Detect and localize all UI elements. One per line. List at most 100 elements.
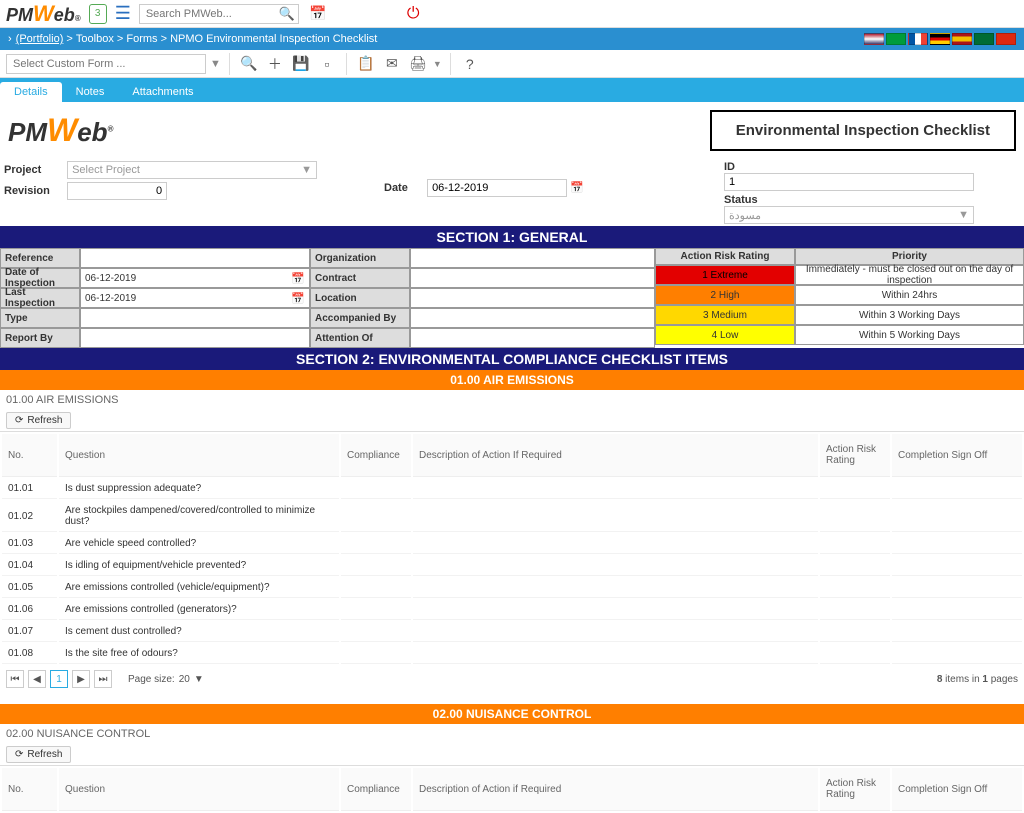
reference-value[interactable] [80,248,310,268]
calendar-icon[interactable]: 📅 [291,292,305,305]
page-current[interactable]: 1 [50,670,68,688]
grid-nuisance: No. Question Compliance Description of A… [0,765,1024,813]
section2-header: SECTION 2: ENVIRONMENTAL COMPLIANCE CHEC… [0,348,1024,370]
report-value[interactable] [80,328,310,348]
bc-forms[interactable]: Forms [126,33,157,45]
col-compliance[interactable]: Compliance [341,434,411,477]
status-label: Status [724,194,774,206]
zoom-icon[interactable]: 🔍 [238,53,260,75]
calendar-icon[interactable]: 📅 [307,3,329,25]
help-icon[interactable]: ? [459,53,481,75]
bc-toolbox[interactable]: Toolbox [76,33,114,45]
table-row[interactable]: 01.03Are vehicle speed controlled? [2,534,1022,554]
col-sign[interactable]: Completion Sign Off [892,434,1022,477]
col-sign[interactable]: Completion Sign Off [892,768,1022,811]
mail-icon[interactable]: ✉ [381,53,403,75]
refresh-icon: ⟳ [15,415,23,426]
col-description[interactable]: Description of Action If Required [413,434,818,477]
search-input[interactable] [139,4,299,24]
revision-input[interactable] [67,182,167,200]
flag-us[interactable] [864,33,884,45]
breadcrumb: › (Portfolio) > Toolbox > Forms > NPMO E… [0,28,1024,50]
revision-label: Revision [4,185,64,197]
id-label: ID [724,161,774,173]
page-title: Environmental Inspection Checklist [710,110,1016,151]
col-compliance[interactable]: Compliance [341,768,411,811]
risk-rating-header: Action Risk Rating [655,248,795,265]
type-value[interactable] [80,308,310,328]
save-exit-icon[interactable]: ▫ [316,53,338,75]
app-logo: PMWeb® [6,1,81,27]
project-label: Project [4,164,64,176]
pager: ⏮ ◀ 1 ▶ ⏭ Page size: 20▼ 8 items in 1 pa… [0,666,1024,692]
grid1-title: 01.00 AIR EMISSIONS [0,390,1024,410]
copy-icon[interactable]: 📋 [355,53,377,75]
table-row[interactable]: 01.08Is the site free of odours? [2,644,1022,664]
table-row[interactable]: 01.04Is idling of equipment/vehicle prev… [2,556,1022,576]
col-no[interactable]: No. [2,434,57,477]
table-row[interactable]: 01.05Are emissions controlled (vehicle/e… [2,578,1022,598]
add-icon[interactable]: ＋ [264,53,286,75]
last-value[interactable]: 06-12-2019📅 [80,288,310,308]
doi-value[interactable]: 06-12-2019📅 [80,268,310,288]
menu-icon[interactable]: ☰ [115,3,131,24]
col-question[interactable]: Question [59,434,339,477]
attention-label: Attention Of [310,328,410,348]
calendar-icon[interactable]: 📅 [291,272,305,285]
flag-cn[interactable] [996,33,1016,45]
location-label: Location [310,288,410,308]
refresh-button[interactable]: ⟳Refresh [6,412,71,429]
priority-header: Priority [795,248,1024,265]
flag-fr[interactable] [908,33,928,45]
contract-value[interactable] [410,268,655,288]
date-label: Date [384,182,424,194]
date-input[interactable] [427,179,567,197]
col-arr[interactable]: Action Risk Rating [820,434,890,477]
tab-attachments[interactable]: Attachments [118,82,207,102]
table-row[interactable]: 01.07Is cement dust controlled? [2,622,1022,642]
col-description[interactable]: Description of Action if Required [413,768,818,811]
table-row[interactable]: 01.06Are emissions controlled (generator… [2,600,1022,620]
page-last[interactable]: ⏭ [94,670,112,688]
bc-portfolio[interactable]: (Portfolio) [16,33,64,45]
last-label: Last Inspection [0,288,80,308]
tab-notes[interactable]: Notes [62,82,119,102]
grid2-title: 02.00 NUISANCE CONTROL [0,724,1024,744]
sub2-header: 02.00 NUISANCE CONTROL [0,704,1024,724]
table-row[interactable]: 01.01Is dust suppression adequate? [2,479,1022,499]
print-icon[interactable]: 🖨 [407,53,429,75]
custom-form-select[interactable] [6,54,206,74]
page-size[interactable]: 20 [179,674,190,685]
col-no[interactable]: No. [2,768,57,811]
shield-badge[interactable]: 3 [89,4,107,24]
accompanied-value[interactable] [410,308,655,328]
col-arr[interactable]: Action Risk Rating [820,768,890,811]
page-size-label: Page size: [128,674,175,685]
table-row[interactable]: 01.02Are stockpiles dampened/covered/con… [2,501,1022,532]
power-icon[interactable]: ⏻ [407,5,420,23]
attention-value[interactable] [410,328,655,348]
report-label: Report By [0,328,80,348]
flag-es[interactable] [952,33,972,45]
status-select[interactable]: مسودة▼ [724,206,974,224]
org-value[interactable] [410,248,655,268]
accompanied-label: Accompanied By [310,308,410,328]
page-next[interactable]: ▶ [72,670,90,688]
page-prev[interactable]: ◀ [28,670,46,688]
flag-br[interactable] [886,33,906,45]
save-icon[interactable]: 💾 [290,53,312,75]
location-value[interactable] [410,288,655,308]
flag-sa[interactable] [974,33,994,45]
tab-details[interactable]: Details [0,82,62,102]
col-question[interactable]: Question [59,768,339,811]
type-label: Type [0,308,80,328]
refresh-button-2[interactable]: ⟳Refresh [6,746,71,763]
page-first[interactable]: ⏮ [6,670,24,688]
refresh-icon: ⟳ [15,749,23,760]
id-input[interactable] [724,173,974,191]
flag-de[interactable] [930,33,950,45]
search-icon[interactable]: 🔍 [279,6,295,22]
doi-label: Date of Inspection [0,268,80,288]
project-select[interactable]: Select Project▼ [67,161,317,179]
calendar-icon[interactable]: 📅 [570,182,584,194]
